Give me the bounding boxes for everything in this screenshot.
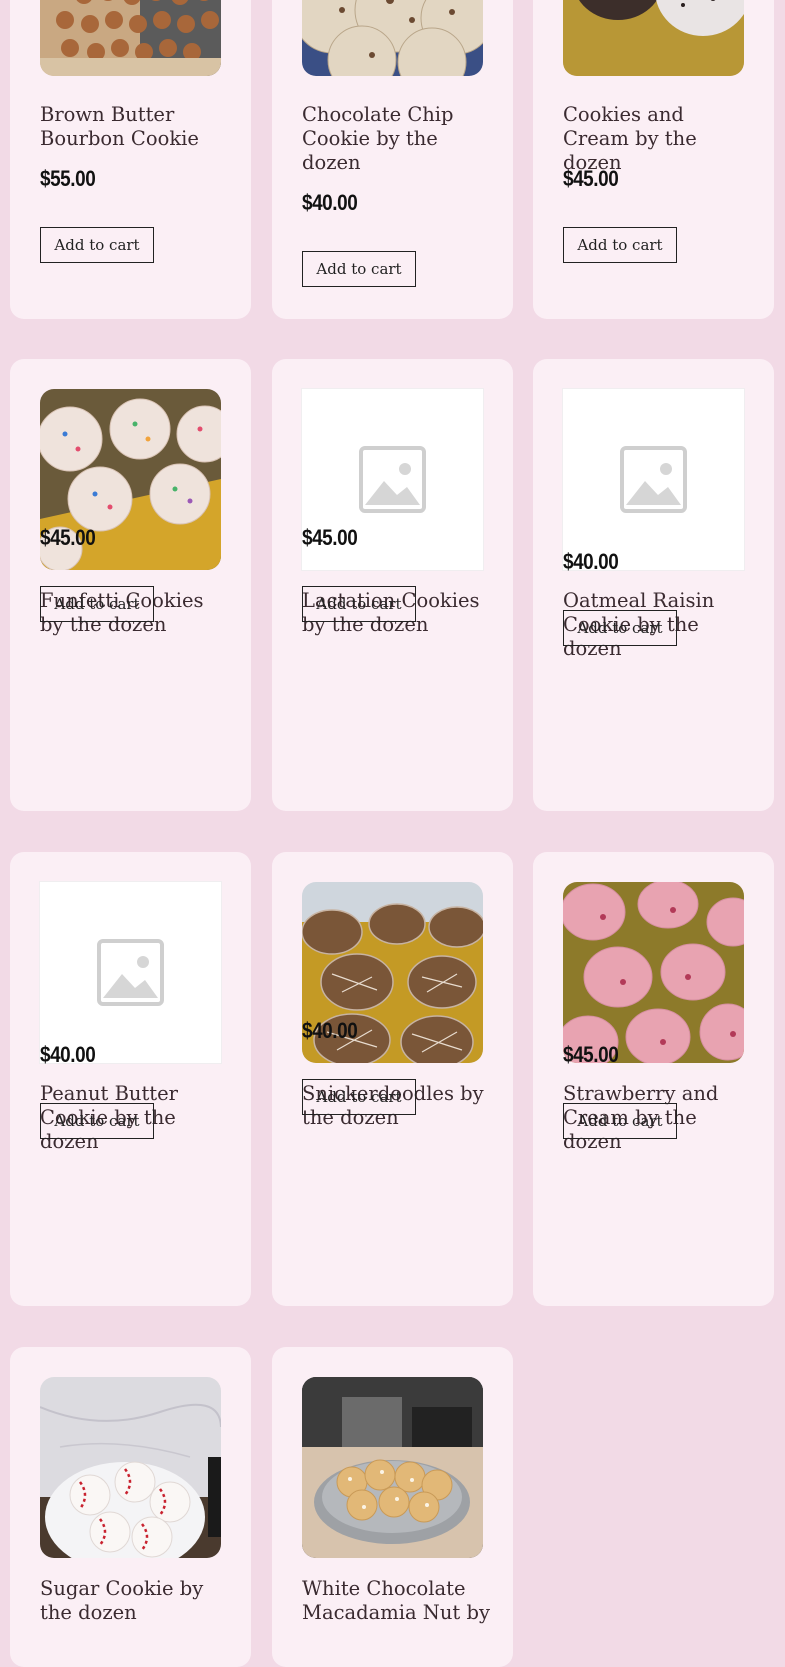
add-to-cart-button[interactable]: Add to cart [302,1079,416,1115]
product-card[interactable]: White Chocolate Macadamia Nut by [272,1347,513,1667]
add-to-cart-button[interactable]: Add to cart [40,586,154,622]
product-price: $40.00 [563,549,619,574]
product-price: $40.00 [302,1018,358,1043]
product-image[interactable] [562,388,745,571]
product-image[interactable] [40,0,221,76]
product-title[interactable]: Cookies and Cream by the dozen [563,103,753,175]
product-card[interactable]: Sugar Cookie by the dozen [10,1347,251,1667]
add-to-cart-button[interactable]: Add to cart [563,227,677,263]
product-card[interactable]: Cookies and Cream by the dozen $45.00 Ad… [533,0,774,319]
product-price: $45.00 [563,166,619,191]
product-image[interactable] [302,0,483,76]
placeholder-image-icon [563,389,744,570]
product-card[interactable]: Peanut Butter Cookie by the dozen $40.00… [10,852,251,1306]
product-price: $40.00 [302,190,358,215]
product-image[interactable] [563,0,744,76]
product-title[interactable]: White Chocolate Macadamia Nut by [302,1577,492,1625]
product-image[interactable] [302,1377,483,1558]
product-card[interactable]: Snickerdoodles by the dozen $40.00 Add t… [272,852,513,1306]
product-image[interactable] [40,1377,221,1558]
placeholder-image-icon [40,882,221,1063]
product-image[interactable] [563,882,744,1063]
product-card[interactable]: Lactation Cookies by the dozen $45.00 Ad… [272,359,513,811]
product-card[interactable]: Funfetti Cookies by the dozen $45.00 Add… [10,359,251,811]
product-price: $45.00 [40,525,96,550]
product-price: $45.00 [302,525,358,550]
product-card[interactable]: Chocolate Chip Cookie by the dozen $40.0… [272,0,513,319]
add-to-cart-button[interactable]: Add to cart [563,1103,677,1139]
product-price: $55.00 [40,166,96,191]
product-card[interactable]: Oatmeal Raisin Cookie by the dozen $40.0… [533,359,774,811]
add-to-cart-button[interactable]: Add to cart [302,586,416,622]
product-image[interactable] [39,881,222,1064]
product-card[interactable]: Brown Butter Bourbon Cookie $55.00 Add t… [10,0,251,319]
product-card[interactable]: Strawberry and Cream by the dozen $45.00… [533,852,774,1306]
add-to-cart-button[interactable]: Add to cart [40,227,154,263]
add-to-cart-button[interactable]: Add to cart [563,610,677,646]
product-title[interactable]: Brown Butter Bourbon Cookie [40,103,230,151]
product-price: $40.00 [40,1042,96,1067]
add-to-cart-button[interactable]: Add to cart [302,251,416,287]
product-title[interactable]: Chocolate Chip Cookie by the dozen [302,103,492,175]
product-price: $45.00 [563,1042,619,1067]
product-title[interactable]: Sugar Cookie by the dozen [40,1577,230,1625]
add-to-cart-button[interactable]: Add to cart [40,1103,154,1139]
